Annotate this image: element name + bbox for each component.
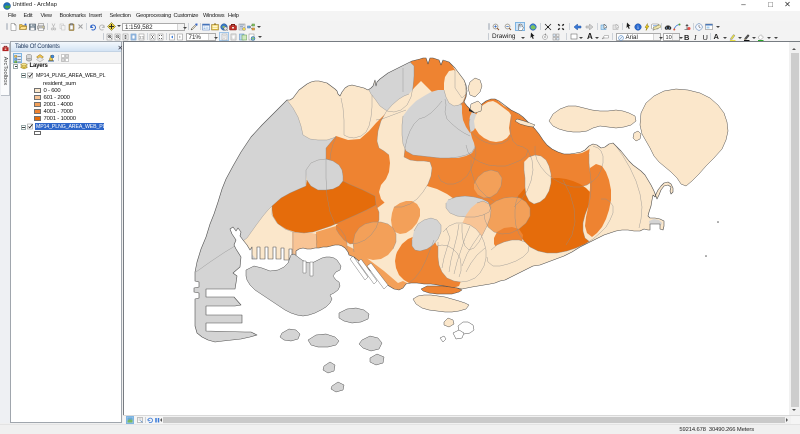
svg-text:1:1: 1:1 xyxy=(139,35,144,39)
